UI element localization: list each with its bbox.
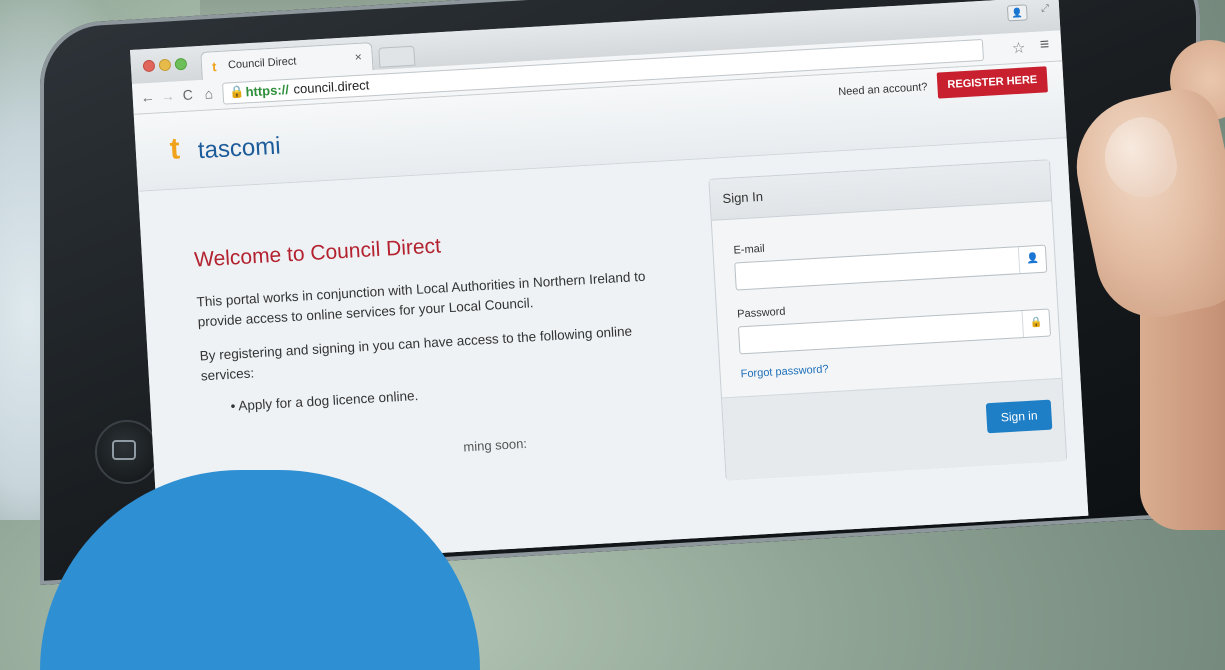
home-icon[interactable]: ⌂ — [204, 85, 213, 101]
password-label: Password — [736, 305, 786, 321]
tascomi-favicon-icon: t — [211, 59, 217, 75]
page-title: Welcome to Council Direct — [193, 234, 442, 272]
window-close-icon[interactable] — [142, 59, 156, 73]
window-zoom-icon[interactable] — [174, 57, 188, 71]
service-list-item: • Apply for a dog licence online. — [230, 387, 419, 414]
site-logo[interactable]: tascomi — [197, 133, 281, 166]
window-minimize-icon[interactable] — [158, 58, 172, 72]
home-square-icon — [112, 440, 136, 460]
signin-button[interactable]: Sign in — [986, 399, 1053, 434]
services-paragraph: By registering and signing in you can ha… — [199, 323, 633, 384]
tab-title: Council Direct — [227, 55, 297, 72]
url-host: council.direct — [293, 77, 370, 97]
user-icon: 👤 — [1017, 245, 1047, 274]
tascomi-logo-icon[interactable]: t — [169, 132, 181, 167]
user-profile-icon[interactable]: 👤 — [1006, 4, 1028, 22]
intro-paragraph: This portal works in conjunction with Lo… — [196, 268, 646, 330]
forward-arrow-icon[interactable]: → — [160, 88, 175, 105]
register-button[interactable]: REGISTER HERE — [936, 66, 1048, 99]
url-scheme: https:// — [245, 81, 290, 100]
fullscreen-icon[interactable]: ⤢ — [1041, 3, 1050, 14]
reload-icon[interactable]: C — [182, 86, 193, 103]
lock-icon: 🔒 — [1021, 309, 1050, 338]
signin-panel: Sign In E-mail 👤 Password 🔒 Forgot passw… — [708, 159, 1068, 481]
email-field[interactable]: 👤 — [734, 244, 1048, 291]
bookmark-star-icon[interactable]: ☆ — [1011, 38, 1025, 57]
signin-heading: Sign In — [709, 160, 1052, 221]
secure-lock-icon: 🔒 — [229, 84, 245, 100]
browser-menu-icon[interactable]: ≡ — [1039, 36, 1049, 55]
new-tab-button[interactable] — [378, 45, 416, 68]
email-label: E-mail — [733, 242, 766, 257]
coming-soon-text: ming soon: — [462, 435, 528, 455]
back-arrow-icon[interactable]: ← — [140, 89, 155, 106]
signin-footer: Sign in — [721, 377, 1067, 481]
forgot-password-link[interactable]: Forgot password? — [740, 363, 829, 380]
need-account-text: Need an account? — [837, 81, 928, 99]
tab-close-icon[interactable]: × — [354, 50, 362, 64]
